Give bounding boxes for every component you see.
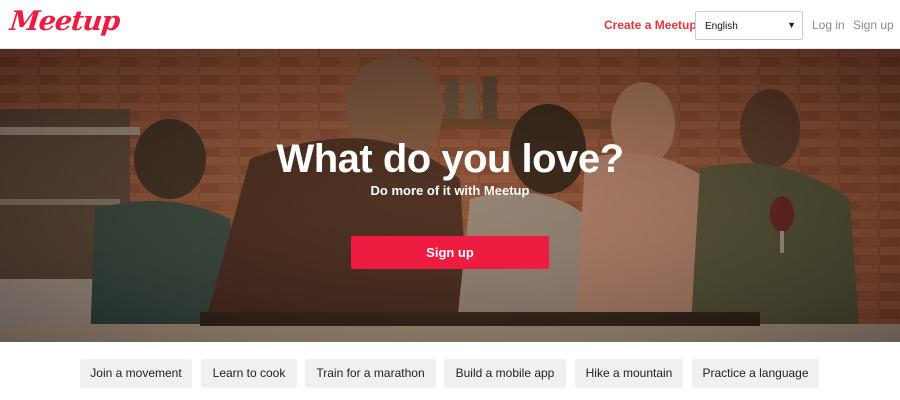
language-selected-value: English — [705, 21, 738, 32]
category-chip-train-for-a-marathon[interactable]: Train for a marathon — [305, 359, 436, 388]
hero-signup-button[interactable]: Sign up — [351, 236, 549, 269]
category-chips: Join a movement Learn to cook Train for … — [0, 359, 900, 388]
top-navigation: Meetup Create a Meetup English ▼ Log in … — [0, 0, 900, 49]
category-chip-build-a-mobile-app[interactable]: Build a mobile app — [444, 359, 566, 388]
caret-down-icon: ▼ — [787, 20, 796, 30]
category-chip-practice-a-language[interactable]: Practice a language — [692, 359, 819, 388]
hero-title: What do you love? — [276, 137, 624, 181]
category-chip-learn-to-cook[interactable]: Learn to cook — [201, 359, 297, 388]
language-select[interactable]: English ▼ — [695, 11, 803, 40]
create-meetup-link[interactable]: Create a Meetup — [604, 18, 697, 32]
category-chip-hike-a-mountain[interactable]: Hike a mountain — [575, 359, 683, 388]
hero-subtitle: Do more of it with Meetup — [370, 183, 530, 198]
meetup-logo[interactable]: Meetup — [8, 6, 120, 37]
category-chip-join-a-movement[interactable]: Join a movement — [80, 359, 192, 388]
signup-link[interactable]: Sign up — [853, 18, 894, 32]
hero-section: What do you love? Do more of it with Mee… — [0, 49, 900, 342]
login-link[interactable]: Log in — [812, 18, 845, 32]
